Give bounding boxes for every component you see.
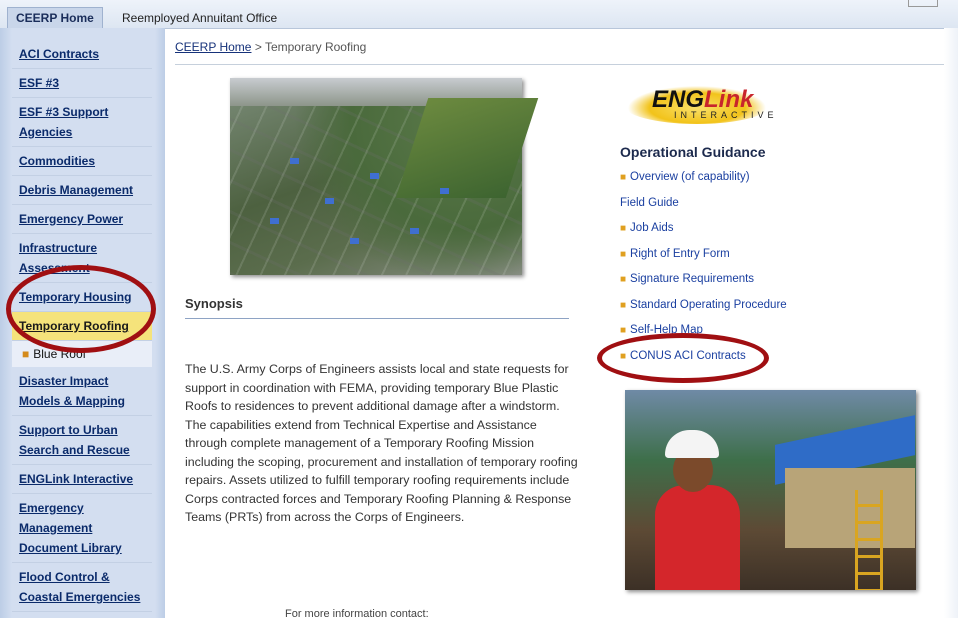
bullet-icon: ■ — [22, 347, 30, 361]
bullet-icon: ■ — [620, 248, 627, 260]
tab-ceerp-home[interactable]: CEERP Home — [7, 7, 103, 28]
bullet-icon: ■ — [620, 223, 627, 234]
guide-link-label: Job Aids — [630, 222, 674, 234]
blue-roof-mark — [325, 198, 334, 204]
sidebar-item-englink[interactable]: ENGLink Interactive — [12, 465, 152, 494]
sidebar-item-aci-contracts[interactable]: ACI Contracts — [12, 40, 152, 69]
annotation-circle-conus-aci — [597, 333, 769, 383]
guide-link-label: Right of Entry Form — [630, 247, 730, 260]
blue-roof-mark — [350, 238, 359, 244]
breadcrumb-home-link[interactable]: CEERP Home — [175, 40, 251, 54]
englink-logo[interactable]: ENGLink INTERACTIVE — [622, 84, 777, 126]
breadcrumb: CEERP Home > Temporary Roofing — [175, 40, 958, 65]
guide-link-label: Field Guide — [620, 196, 679, 209]
logo-link: Link — [704, 86, 754, 113]
guide-link-field-guide[interactable]: Field Guide — [620, 191, 820, 217]
guide-link-sop[interactable]: ■ Standard Operating Procedure — [620, 293, 820, 319]
guide-link-label: Standard Operating Procedure — [630, 298, 787, 311]
photo-ladder — [855, 490, 883, 590]
photo-field — [395, 98, 539, 198]
contact-text: For more information contact: — [285, 608, 429, 620]
photo-worker-shirt — [655, 485, 740, 590]
guide-link-job-aids[interactable]: ■ Job Aids — [620, 216, 820, 242]
annotation-circle-temporary-roofing — [6, 265, 156, 353]
breadcrumb-current: Temporary Roofing — [264, 40, 367, 54]
blue-roof-mark — [270, 218, 279, 224]
synopsis-heading: Synopsis — [185, 296, 569, 319]
sidebar-item-esf3[interactable]: ESF #3 — [12, 69, 152, 98]
breadcrumb-separator: > — [251, 40, 265, 54]
bullet-icon: ■ — [620, 274, 627, 285]
sidebar-item-disaster-impact[interactable]: Disaster Impact Models & Mapping — [12, 367, 152, 416]
guide-link-signature-requirements[interactable]: ■ Signature Requirements — [620, 267, 820, 293]
blue-roof-mark — [370, 173, 379, 179]
sidebar-item-commodities[interactable]: Commodities — [12, 147, 152, 176]
window-control-icon — [908, 0, 938, 7]
sidebar-item-esf3-support[interactable]: ESF #3 Support Agencies — [12, 98, 152, 147]
sidebar-item-debris-management[interactable]: Debris Management — [12, 176, 152, 205]
guide-link-right-of-entry[interactable]: ■ Right of Entry Form — [620, 242, 820, 268]
aerial-neighborhood-photo — [230, 78, 539, 275]
sidebar-item-urban-search-rescue[interactable]: Support to Urban Search and Rescue — [12, 416, 152, 465]
logo-subtitle: INTERACTIVE — [674, 110, 778, 120]
top-tab-bar: CEERP Home Reemployed Annuitant Office — [0, 0, 958, 29]
operational-guidance-heading: Operational Guidance — [620, 144, 766, 160]
guide-link-label: Overview (of capability) — [630, 171, 750, 183]
sidebar-item-flood-control[interactable]: Flood Control & Coastal Emergencies — [12, 563, 152, 612]
blue-roof-mark — [290, 158, 299, 164]
logo-eng: ENG — [652, 86, 705, 113]
photo-house — [785, 468, 915, 548]
guide-link-overview[interactable]: ■ Overview (of capability) — [620, 165, 820, 191]
tab-reemployed-annuitant-office[interactable]: Reemployed Annuitant Office — [114, 8, 285, 28]
bullet-icon: ■ — [620, 299, 627, 311]
bullet-icon: ■ — [620, 325, 627, 336]
synopsis-text: The U.S. Army Corps of Engineers assists… — [185, 362, 578, 524]
blue-roof-mark — [440, 188, 449, 194]
guide-link-label: Signature Requirements — [630, 273, 755, 285]
worker-on-site-photo — [625, 390, 916, 590]
right-edge-strip — [944, 28, 958, 618]
sidebar-item-document-library[interactable]: Emergency Management Document Library — [12, 494, 152, 563]
photo-hard-hat — [665, 430, 719, 458]
bullet-icon: ■ — [620, 172, 627, 183]
sidebar-item-emergency-power[interactable]: Emergency Power — [12, 205, 152, 234]
blue-roof-mark — [410, 228, 419, 234]
